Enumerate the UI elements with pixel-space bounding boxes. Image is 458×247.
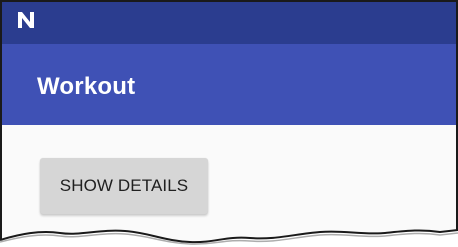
notification-n-icon <box>16 10 36 30</box>
status-bar <box>2 2 456 44</box>
torn-paper-edge <box>0 229 458 247</box>
phone-screen: Workout SHOW DETAILS <box>0 0 458 247</box>
show-details-button[interactable]: SHOW DETAILS <box>40 158 208 214</box>
app-toolbar: Workout <box>2 44 456 125</box>
app-title: Workout <box>37 73 136 100</box>
